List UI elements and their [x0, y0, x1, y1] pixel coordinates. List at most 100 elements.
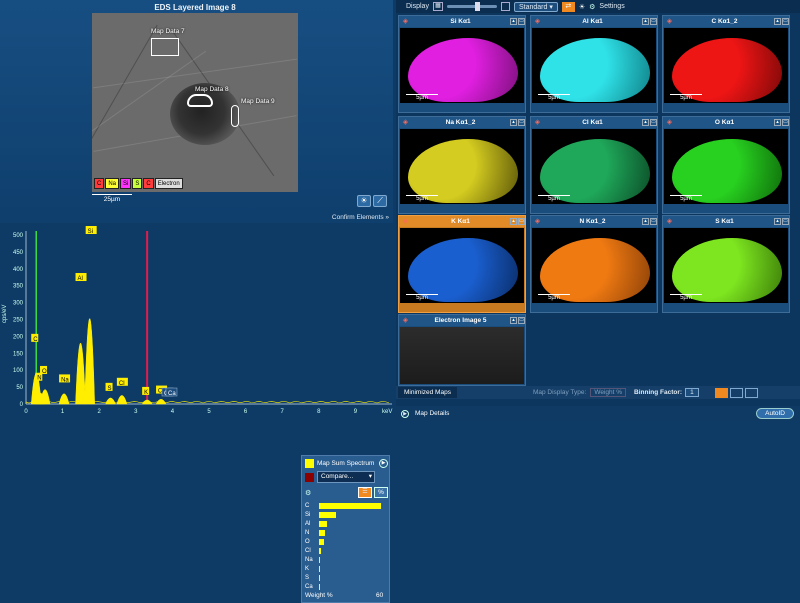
tile-control-icon[interactable]: ▭ — [782, 18, 789, 25]
weight-element-label: C — [305, 502, 310, 509]
square-icon[interactable] — [500, 2, 510, 11]
tile-control-icon[interactable]: ▭ — [650, 218, 657, 225]
map-scale-bar: 5µm — [538, 294, 570, 301]
tile-control-icon[interactable]: ▴ — [774, 119, 781, 126]
map-tile-header: ◈ Na Kα1_2 ▴ ▭ — [399, 117, 525, 128]
map-tile[interactable]: ◈ Cl Kα1 ▴ ▭ 5µm — [530, 116, 658, 214]
play-icon[interactable]: ▶ — [379, 459, 388, 468]
weight-pct-dropdown[interactable]: Weight % — [590, 388, 627, 397]
layers-icon[interactable]: ◈ — [665, 17, 674, 26]
particle-map — [540, 139, 650, 203]
particle-map — [672, 139, 782, 203]
map-tile-title: Al Kα1 — [582, 18, 603, 25]
element-chip[interactable]: Na — [105, 178, 120, 189]
tile-control-icon[interactable]: ▴ — [774, 18, 781, 25]
layered-electron-image[interactable]: Map Data 7 Map Data 8 Map Data 9 C Na Si S C… — [92, 13, 298, 192]
tile-control-icon[interactable]: ▴ — [510, 317, 517, 324]
tile-control-icon[interactable]: ▭ — [650, 119, 657, 126]
spectrum-panel: 500 450 400 350 300 250 200 150 100 50 0 0 1 2 3 4 5 6 7 8 9… — [0, 223, 393, 603]
map-tile[interactable]: ◈ O Kα1 ▴ ▭ 5µm — [662, 116, 790, 214]
map-data-8-region[interactable] — [187, 94, 213, 107]
grid-icon[interactable]: ▦ — [432, 2, 443, 11]
map-tile[interactable]: ◈ N Kα1_2 ▴ ▭ 5µm — [530, 215, 658, 313]
map-data-7-region[interactable] — [151, 38, 179, 56]
map-tile[interactable]: ◈ Si Kα1 ▴ ▭ 5µm — [398, 15, 526, 113]
standard-dropdown[interactable]: Standard ▾ — [513, 1, 558, 12]
slider-handle[interactable] — [474, 2, 480, 11]
tile-control-icon[interactable]: ▭ — [518, 317, 525, 324]
tile-control-icon[interactable]: ▭ — [518, 218, 525, 225]
tile-control-icon[interactable]: ▭ — [650, 18, 657, 25]
swap-icon[interactable]: ⇄ — [561, 1, 575, 12]
map-tile[interactable]: ◈ Electron Image 5 ▴ ▭ — [398, 314, 526, 386]
map-tile[interactable]: ◈ Na Kα1_2 ▴ ▭ 5µm — [398, 116, 526, 214]
element-chip[interactable]: Si — [120, 178, 132, 189]
tile-control-icon[interactable]: ▭ — [782, 119, 789, 126]
map-tile-title: Electron Image 5 — [434, 317, 487, 324]
particle-map — [672, 238, 782, 302]
map-tile[interactable]: ◈ Al Kα1 ▴ ▭ 5µm — [530, 15, 658, 113]
y-tick-label: 100 — [13, 368, 24, 374]
element-chip[interactable]: C — [143, 178, 154, 189]
map-tile-title: S Kα1 — [715, 218, 734, 225]
map-tile-title: N Kα1_2 — [579, 218, 606, 225]
tile-control-icon[interactable]: ▭ — [518, 18, 525, 25]
map-tile[interactable]: ◈ C Kα1_2 ▴ ▭ 5µm — [662, 15, 790, 113]
weight-row: Ca — [305, 582, 389, 591]
settings-label[interactable]: Settings — [599, 3, 624, 10]
bar-view-button[interactable]: ☰ — [358, 487, 372, 498]
layers-icon[interactable]: ◈ — [401, 316, 410, 325]
gear-icon[interactable]: ⚙ — [589, 3, 595, 11]
layers-icon[interactable]: ◈ — [401, 217, 410, 226]
layers-icon[interactable]: ◈ — [533, 118, 542, 127]
layers-icon[interactable]: ◈ — [401, 17, 410, 26]
split-view-button[interactable] — [729, 387, 743, 398]
tile-control-icon[interactable]: ▭ — [518, 119, 525, 126]
weight-bar — [319, 502, 381, 509]
brightness-button[interactable]: ☀ — [357, 195, 371, 207]
curve-button[interactable]: ⟋ — [373, 195, 387, 207]
tile-control-icon[interactable]: ▴ — [642, 119, 649, 126]
x-unit-label: keV — [382, 409, 392, 415]
percent-toggle[interactable]: % — [374, 487, 388, 498]
tile-control-icon[interactable]: ▴ — [774, 218, 781, 225]
map-data-9-region[interactable] — [231, 105, 239, 127]
curve-view-button[interactable] — [744, 387, 758, 398]
tile-control-icon[interactable]: ▴ — [642, 18, 649, 25]
expand-icon[interactable]: ▶ — [401, 409, 409, 418]
layers-icon[interactable]: ◈ — [533, 17, 542, 26]
tile-control-icon[interactable]: ▴ — [642, 218, 649, 225]
tile-control-icon[interactable]: ▴ — [510, 218, 517, 225]
map-tile[interactable]: ◈ K Kα1 ▴ ▭ 5µm — [398, 215, 526, 313]
compare-dropdown[interactable]: Compare... ▾ — [317, 471, 375, 483]
weight-element-label: Si — [305, 511, 311, 518]
map-tile[interactable]: ◈ S Kα1 ▴ ▭ 5µm — [662, 215, 790, 313]
y-tick-label: 150 — [13, 351, 24, 357]
element-map-image: 5µm — [532, 28, 656, 103]
autoid-button[interactable]: AutoID — [756, 408, 794, 419]
y-tick-label: 400 — [13, 267, 24, 273]
element-chip[interactable]: S — [132, 178, 143, 189]
layers-icon[interactable]: ◈ — [665, 118, 674, 127]
display-slider[interactable] — [446, 2, 497, 11]
tile-control-icon[interactable]: ▭ — [782, 218, 789, 225]
element-chip[interactable]: C — [94, 178, 105, 189]
minimized-maps-tab[interactable]: Minimized Maps — [398, 387, 457, 398]
tile-control-icon[interactable]: ▴ — [510, 18, 517, 25]
map-data-7-label: Map Data 7 — [151, 28, 185, 35]
weight-element-label: K — [305, 565, 310, 572]
map-details-label[interactable]: Map Details — [415, 410, 449, 417]
brightness-icon[interactable]: ☀ — [579, 3, 585, 11]
gear-icon[interactable]: ⚙ — [305, 489, 311, 497]
layers-icon[interactable]: ◈ — [533, 217, 542, 226]
confirm-elements-link[interactable]: Confirm Elements » — [0, 213, 393, 223]
element-chip[interactable]: Electron — [154, 178, 183, 189]
layers-icon[interactable]: ◈ — [401, 118, 410, 127]
tile-control-icon[interactable]: ▴ — [510, 119, 517, 126]
particle-map — [408, 139, 518, 203]
weight-row: Si — [305, 510, 389, 519]
binning-factor-dropdown[interactable]: 1 — [685, 388, 699, 397]
chart-view-button[interactable] — [714, 387, 728, 398]
weight-element-label: Ca — [305, 583, 313, 590]
layers-icon[interactable]: ◈ — [665, 217, 674, 226]
